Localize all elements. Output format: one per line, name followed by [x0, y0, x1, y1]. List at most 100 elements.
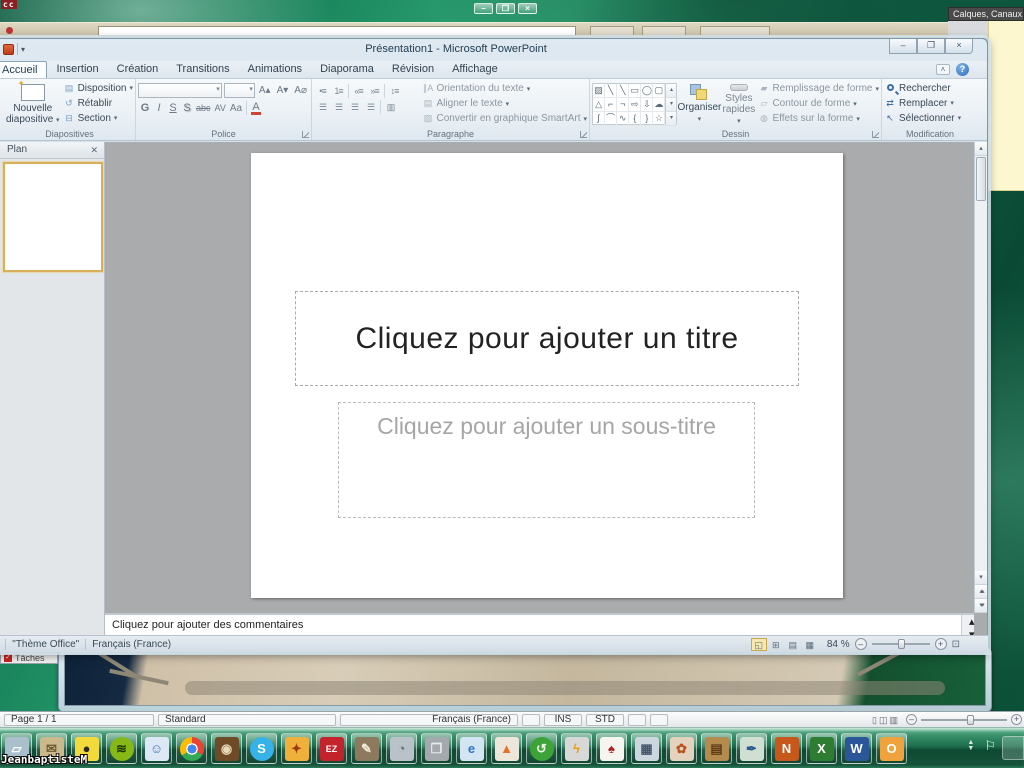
- zoom-in-button[interactable]: +: [935, 638, 947, 650]
- notes-scrollbar[interactable]: ▴▾: [961, 615, 974, 635]
- toolbar-button[interactable]: [590, 26, 634, 36]
- calculator-icon[interactable]: ▦: [631, 733, 662, 764]
- language-indicator[interactable]: Français (France): [92, 639, 171, 650]
- writer-language-field[interactable]: Français (France): [340, 714, 518, 726]
- messenger-icon[interactable]: ☺: [141, 733, 172, 764]
- shape-icon[interactable]: ☁: [653, 98, 665, 112]
- numbering-icon[interactable]: 1≡: [332, 86, 345, 96]
- title-placeholder[interactable]: Cliquez pour ajouter un titre: [295, 291, 799, 386]
- shapes-scroll-down-icon[interactable]: ▾: [666, 98, 676, 112]
- tray-cut-icon[interactable]: [1002, 736, 1024, 760]
- tab-plan[interactable]: Plan: [0, 142, 37, 158]
- slide-canvas[interactable]: Cliquez pour ajouter un titre Cliquez po…: [251, 153, 843, 598]
- drawing-dialog-launcher-icon[interactable]: [872, 131, 879, 138]
- fit-to-window-icon[interactable]: ⊡: [952, 639, 960, 650]
- line-spacing-icon[interactable]: ↕≡: [388, 86, 401, 96]
- excel-icon[interactable]: X: [806, 733, 837, 764]
- shape-icon[interactable]: ⇨: [629, 98, 641, 112]
- disc-burn-icon[interactable]: ◔: [386, 733, 417, 764]
- shape-icon[interactable]: ◯: [641, 84, 653, 98]
- bullets-icon[interactable]: •≡: [316, 86, 329, 96]
- justify-icon[interactable]: ☰: [364, 102, 377, 113]
- zoom-out-button[interactable]: –: [855, 638, 867, 650]
- cube-3d-icon[interactable]: ❒: [421, 733, 452, 764]
- writer-style-field[interactable]: Standard: [158, 714, 336, 726]
- shape-icon[interactable]: ⇩: [641, 98, 653, 112]
- arrange-button[interactable]: Organiser▾: [677, 81, 721, 126]
- skype-icon[interactable]: S: [246, 733, 277, 764]
- onenote-icon[interactable]: N: [771, 733, 802, 764]
- toolbar-button[interactable]: [642, 26, 686, 36]
- scrollbar-thumb[interactable]: [976, 157, 986, 201]
- close-button[interactable]: ×: [945, 39, 973, 54]
- italic-button[interactable]: I: [154, 102, 164, 114]
- shape-icon[interactable]: ▢: [653, 84, 665, 98]
- align-text-button[interactable]: ▤Aligner le texte ▾: [423, 97, 587, 111]
- winamp-icon[interactable]: ϟ: [561, 733, 592, 764]
- shapes-scroll-up-icon[interactable]: ▴: [666, 84, 676, 98]
- restore-button[interactable]: ❐: [917, 39, 945, 54]
- shapes-more-icon[interactable]: ▾: [666, 112, 676, 126]
- shape-icon[interactable]: }: [641, 112, 653, 126]
- bg-minimize-button[interactable]: –: [474, 3, 493, 14]
- char-spacing-button[interactable]: AV: [215, 103, 226, 113]
- qat-customize-dropdown-icon[interactable]: ▾: [21, 45, 25, 54]
- slide-thumbnail[interactable]: [3, 162, 103, 272]
- zoom-percentage[interactable]: 84 %: [827, 639, 850, 650]
- tab-révision[interactable]: Révision: [383, 61, 443, 78]
- shape-icon[interactable]: ∫: [593, 112, 605, 126]
- replace-button[interactable]: ⇄Remplacer ▾: [884, 96, 976, 110]
- tab-animations[interactable]: Animations: [239, 61, 311, 78]
- shape-icon[interactable]: ∿: [617, 112, 629, 126]
- tray-expand-icon[interactable]: ▲▼: [967, 740, 974, 752]
- align-left-icon[interactable]: ☰: [316, 102, 329, 113]
- writer-selection-mode-field[interactable]: STD: [586, 714, 624, 726]
- title-bar[interactable]: ▾ Présentation1 - Microsoft PowerPoint –…: [0, 39, 987, 61]
- writer-zoom-out-button[interactable]: –: [906, 714, 917, 725]
- reading-view-icon[interactable]: ▤: [785, 638, 801, 651]
- notes-pane[interactable]: Cliquez pour ajouter des commentaires ▴▾: [105, 613, 974, 635]
- internet-explorer-icon[interactable]: e: [456, 733, 487, 764]
- shape-icon[interactable]: ╲: [617, 84, 629, 98]
- font-color-button[interactable]: A: [251, 102, 261, 115]
- shape-outline-button[interactable]: ▱Contour de forme ▾: [758, 97, 879, 111]
- minimize-button[interactable]: –: [889, 39, 917, 54]
- bold-button[interactable]: G: [140, 102, 150, 114]
- increase-indent-icon[interactable]: »≡: [368, 86, 381, 96]
- shadow-button[interactable]: S: [182, 102, 192, 114]
- new-slide-button[interactable]: Nouvelle diapositive ▾: [6, 81, 60, 125]
- writer-single-page-icon[interactable]: ▯: [872, 714, 877, 726]
- movie-maker-icon[interactable]: ▤: [701, 733, 732, 764]
- slideshow-icon[interactable]: ▦: [802, 638, 818, 651]
- bg-restore-button[interactable]: ❐: [496, 3, 515, 14]
- word-icon[interactable]: W: [841, 733, 872, 764]
- media-app-icon[interactable]: ✦: [281, 733, 312, 764]
- paragraph-dialog-launcher-icon[interactable]: [580, 131, 587, 138]
- next-slide-icon[interactable]: ▾▾: [975, 599, 987, 613]
- tab-transitions[interactable]: Transitions: [167, 61, 238, 78]
- vlc-icon[interactable]: ▲: [491, 733, 522, 764]
- slide-sorter-icon[interactable]: ⊞: [768, 638, 784, 651]
- normal-view-icon[interactable]: ◱: [751, 638, 767, 651]
- shape-icon[interactable]: ⌐: [605, 98, 617, 112]
- section-button[interactable]: ⊟Section ▾: [64, 111, 133, 125]
- grow-font-button[interactable]: A▴: [257, 85, 273, 96]
- gimp-icon[interactable]: ✎: [351, 733, 382, 764]
- previous-slide-icon[interactable]: ▴▴: [975, 585, 987, 599]
- subtitle-placeholder[interactable]: Cliquez pour ajouter un sous-titre: [338, 402, 755, 518]
- tasks-window-fragment[interactable]: ✓ Tâches: [0, 651, 58, 664]
- shape-icon[interactable]: ╲: [605, 84, 617, 98]
- writer-multi-page-icon[interactable]: ◫: [879, 714, 888, 726]
- shape-icon[interactable]: ⌒: [605, 112, 617, 126]
- pen-tool-icon[interactable]: ✒: [736, 733, 767, 764]
- shape-icon[interactable]: {: [629, 112, 641, 126]
- shape-icon[interactable]: △: [593, 98, 605, 112]
- font-dialog-launcher-icon[interactable]: [302, 131, 309, 138]
- shape-icon[interactable]: ▭: [629, 84, 641, 98]
- shape-icon[interactable]: ¬: [617, 98, 629, 112]
- toolbar-button[interactable]: [700, 26, 770, 36]
- bg-close-button[interactable]: ×: [518, 3, 537, 14]
- shape-fill-button[interactable]: ▰Remplissage de forme ▾: [758, 82, 879, 96]
- chrome-icon[interactable]: [176, 733, 207, 764]
- writer-zoom-slider[interactable]: [921, 719, 1007, 721]
